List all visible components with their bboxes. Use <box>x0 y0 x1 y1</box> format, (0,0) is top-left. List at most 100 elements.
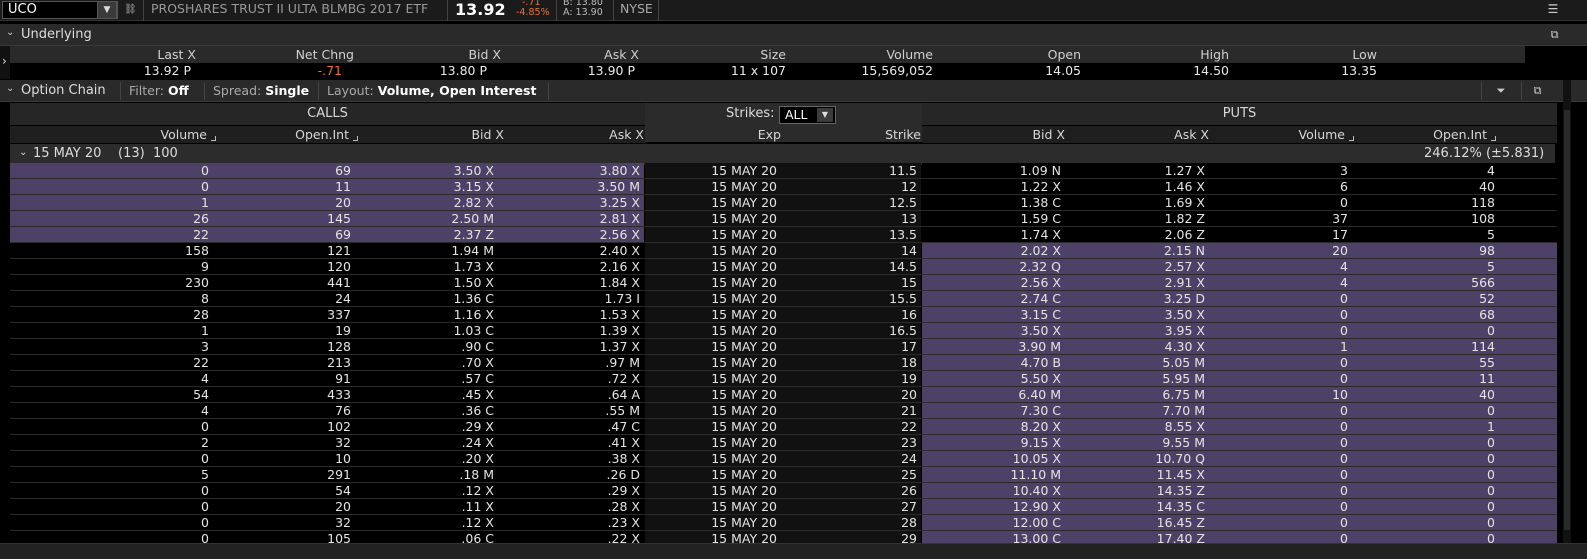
put-volume-cell[interactable]: 0 <box>1209 419 1352 434</box>
expiration-cell[interactable]: 15 MAY 20 <box>645 355 781 370</box>
call-ask-cell[interactable]: 3.50 M <box>498 179 644 194</box>
call-ask-cell[interactable]: .29 X <box>498 483 644 498</box>
col-strike[interactable]: Strike <box>781 126 921 143</box>
strike-cell[interactable]: 20 <box>781 387 921 402</box>
put-open-interest-cell[interactable]: 55 <box>1352 355 1557 370</box>
strike-cell[interactable]: 17 <box>781 339 921 354</box>
strike-cell[interactable]: 24 <box>781 451 921 466</box>
put-bid-cell[interactable]: 1.74 X <box>922 227 1065 242</box>
col-exp[interactable]: Exp <box>645 126 781 143</box>
table-row[interactable]: 2 32.24 X .41 X 15 MAY 20 23 9.15 X 9.55 M00 <box>10 435 1557 451</box>
put-open-interest-cell[interactable]: 40 <box>1352 387 1557 402</box>
call-ask-cell[interactable]: .55 M <box>498 403 644 418</box>
call-bid-cell[interactable]: 1.36 C <box>355 291 498 306</box>
expiration-cell[interactable]: 15 MAY 20 <box>645 467 781 482</box>
call-ask-cell[interactable]: .22 X <box>498 531 644 543</box>
chevron-down-icon[interactable]: ⌄ <box>6 27 14 38</box>
put-ask-cell[interactable]: 10.70 Q <box>1065 451 1209 466</box>
strike-cell[interactable]: 12 <box>781 179 921 194</box>
table-row[interactable]: 3 128.90 C 1.37 X 15 MAY 20 17 3.90 M 4.30 X11… <box>10 339 1557 355</box>
expiration-cell[interactable]: 15 MAY 20 <box>645 323 781 338</box>
put-ask-cell[interactable]: 8.55 X <box>1065 419 1209 434</box>
put-open-interest-cell[interactable]: 0 <box>1352 323 1557 338</box>
put-open-interest-cell[interactable]: 0 <box>1352 403 1557 418</box>
table-row[interactable]: 0 11 3.15 X 3.50 M 15 MAY 20 12 1.22 X 1.46 X64… <box>10 179 1557 195</box>
put-ask-cell[interactable]: 1.69 X <box>1065 195 1209 210</box>
call-volume-cell[interactable]: 158 <box>10 243 213 258</box>
call-volume-cell[interactable]: 22 <box>10 227 213 242</box>
table-row[interactable]: 0 32.12 X .23 X 15 MAY 20 28 12.00 C 16.45 Z00 <box>10 515 1557 531</box>
call-open-interest-cell[interactable]: 105 <box>213 531 355 543</box>
call-open-interest-cell[interactable]: 213 <box>213 355 355 370</box>
call-bid-cell[interactable]: 2.37 Z <box>355 227 498 242</box>
call-ask-cell[interactable]: .41 X <box>498 435 644 450</box>
strike-cell[interactable]: 26 <box>781 483 921 498</box>
put-volume-cell[interactable]: 0 <box>1209 371 1352 386</box>
put-ask-cell[interactable]: 1.27 X <box>1065 163 1209 178</box>
expiration-row[interactable]: ⌄ 15 MAY 20 (13) 100 246.12% (±5.831) <box>10 144 1555 165</box>
strike-cell[interactable]: 13.5 <box>781 227 921 242</box>
put-bid-cell[interactable]: 11.10 M <box>922 467 1065 482</box>
call-open-interest-cell[interactable]: 291 <box>213 467 355 482</box>
col-put-bid[interactable]: Bid X <box>922 126 1065 143</box>
strike-cell[interactable]: 16 <box>781 307 921 322</box>
put-open-interest-cell[interactable]: 11 <box>1352 371 1557 386</box>
table-row[interactable]: 0 105.06 C .22 X 15 MAY 20 29 13.00 C 17.40 Z0… <box>10 531 1557 543</box>
expiration-cell[interactable]: 15 MAY 20 <box>645 227 781 242</box>
put-ask-cell[interactable]: 1.46 X <box>1065 179 1209 194</box>
call-open-interest-cell[interactable]: 102 <box>213 419 355 434</box>
call-volume-cell[interactable]: 4 <box>10 403 213 418</box>
call-ask-cell[interactable]: 3.80 X <box>498 163 644 178</box>
put-open-interest-cell[interactable]: 0 <box>1352 483 1557 498</box>
call-bid-cell[interactable]: .20 X <box>355 451 498 466</box>
popout-icon[interactable]: ⧉ <box>1548 28 1561 41</box>
strike-cell[interactable]: 27 <box>781 499 921 514</box>
call-ask-cell[interactable]: .26 D <box>498 467 644 482</box>
call-volume-cell[interactable]: 0 <box>10 531 213 543</box>
call-open-interest-cell[interactable]: 24 <box>213 291 355 306</box>
put-bid-cell[interactable]: 1.09 N <box>922 163 1065 178</box>
col-call-ask[interactable]: Ask X <box>504 126 644 143</box>
put-volume-cell[interactable]: 0 <box>1209 467 1352 482</box>
table-row[interactable]: 4 91.57 C .72 X 15 MAY 20 19 5.50 X 5.95 M 0 11 <box>10 371 1557 387</box>
call-ask-cell[interactable]: 1.73 I <box>498 291 644 306</box>
put-bid-cell[interactable]: 3.50 X <box>922 323 1065 338</box>
put-bid-cell[interactable]: 5.50 X <box>922 371 1065 386</box>
put-open-interest-cell[interactable]: 52 <box>1352 291 1557 306</box>
put-bid-cell[interactable]: 3.90 M <box>922 339 1065 354</box>
put-volume-cell[interactable]: 3 <box>1209 163 1352 178</box>
put-volume-cell[interactable]: 0 <box>1209 515 1352 530</box>
put-volume-cell[interactable]: 0 <box>1209 483 1352 498</box>
call-open-interest-cell[interactable]: 120 <box>213 259 355 274</box>
put-open-interest-cell[interactable]: 40 <box>1352 179 1557 194</box>
call-bid-cell[interactable]: .06 C <box>355 531 498 543</box>
call-open-interest-cell[interactable]: 32 <box>213 515 355 530</box>
call-bid-cell[interactable]: .70 X <box>355 355 498 370</box>
table-row[interactable]: 0 69 3.50 X 3.80 X 15 MAY 20 11.5 1.09 N 1.27 X… <box>10 163 1557 179</box>
put-bid-cell[interactable]: 2.02 X <box>922 243 1065 258</box>
call-volume-cell[interactable]: 22 <box>10 355 213 370</box>
put-ask-cell[interactable]: 9.55 M <box>1065 435 1209 450</box>
call-volume-cell[interactable]: 2 <box>10 435 213 450</box>
table-row[interactable]: 8 24 1.36 C 1.73 I 15 MAY 20 15.5 2.74 C 3.25 D… <box>10 291 1557 307</box>
call-volume-cell[interactable]: 54 <box>10 387 213 402</box>
call-bid-cell[interactable]: 1.94 M <box>355 243 498 258</box>
call-bid-cell[interactable]: .57 C <box>355 371 498 386</box>
put-volume-cell[interactable]: 0 <box>1209 499 1352 514</box>
call-ask-cell[interactable]: 2.16 X <box>498 259 644 274</box>
layout-control[interactable]: Layout: Volume, Open Interest <box>327 83 536 98</box>
put-volume-cell[interactable]: 0 <box>1209 291 1352 306</box>
call-bid-cell[interactable]: 1.16 X <box>355 307 498 322</box>
put-open-interest-cell[interactable]: 1 <box>1352 419 1557 434</box>
call-ask-cell[interactable]: 1.53 X <box>498 307 644 322</box>
call-ask-cell[interactable]: 1.37 X <box>498 339 644 354</box>
expiration-cell[interactable]: 15 MAY 20 <box>645 419 781 434</box>
put-ask-cell[interactable]: 5.05 M <box>1065 355 1209 370</box>
put-bid-cell[interactable]: 7.30 C <box>922 403 1065 418</box>
col-call-volume[interactable]: Volume <box>10 126 216 143</box>
call-open-interest-cell[interactable]: 121 <box>213 243 355 258</box>
call-volume-cell[interactable]: 1 <box>10 195 213 210</box>
table-row[interactable]: 9 120 1.73 X 2.16 X 15 MAY 20 14.5 2.32 Q 2.57 … <box>10 259 1557 275</box>
put-ask-cell[interactable]: 14.35 C <box>1065 499 1209 514</box>
put-volume-cell[interactable]: 10 <box>1209 387 1352 402</box>
